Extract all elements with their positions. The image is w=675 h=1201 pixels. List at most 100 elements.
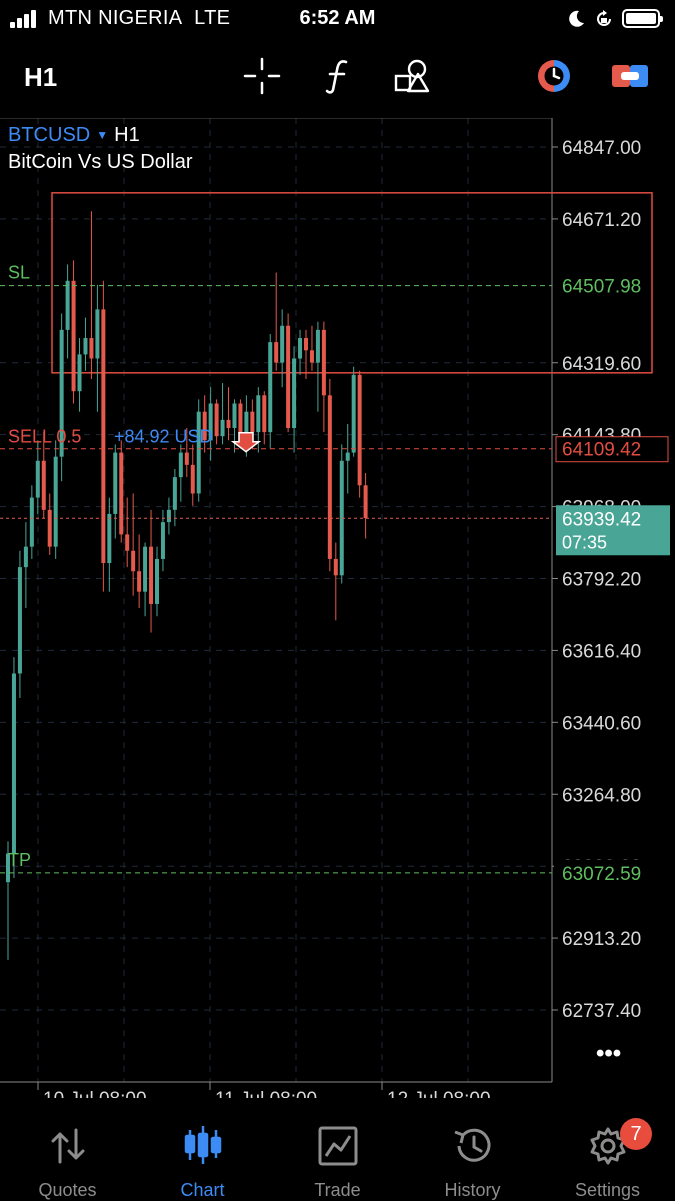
- timeframe-button[interactable]: H1: [24, 62, 57, 93]
- symbol-dropdown-icon[interactable]: ▼: [96, 128, 108, 142]
- candle-body: [143, 546, 148, 592]
- quotes-arrows-icon: [51, 1128, 84, 1164]
- candle-body: [262, 395, 267, 433]
- one-click-trading-icon[interactable]: [534, 56, 574, 96]
- candle-body: [172, 477, 177, 510]
- candle-body: [315, 329, 320, 363]
- candle-body: [166, 509, 171, 523]
- candle-body: [101, 309, 106, 564]
- carrier-name: MTN NIGERIA LTE: [48, 7, 231, 29]
- tab-trade[interactable]: Trade: [270, 1118, 405, 1200]
- candle-body: [11, 673, 16, 854]
- candle-body: [137, 571, 142, 592]
- candle-body: [357, 374, 362, 486]
- history-clock-icon: [453, 1128, 490, 1162]
- candle-body: [65, 280, 70, 330]
- bid-price: 63939.42: [562, 509, 641, 530]
- tab-history[interactable]: History: [405, 1118, 540, 1200]
- candle-body: [286, 325, 291, 429]
- price-chart[interactable]: 64847.0064671.2064319.6064143.8063968.00…: [0, 118, 675, 1098]
- candle-body: [35, 460, 40, 498]
- candle-body: [17, 567, 22, 674]
- candle-body: [53, 456, 58, 547]
- candle-body: [89, 338, 94, 359]
- more-options-icon[interactable]: •••: [596, 1040, 621, 1067]
- candle-body: [125, 534, 130, 551]
- price-tick-label: 64847.00: [562, 138, 641, 159]
- trade-chart-icon: [318, 1126, 357, 1166]
- candle-body: [309, 350, 314, 363]
- candle-body: [41, 460, 46, 510]
- price-tick-label: 64671.20: [562, 210, 641, 231]
- candle-body: [71, 280, 76, 392]
- candle-body: [250, 411, 255, 433]
- candle-body: [95, 309, 100, 359]
- indicators-icon[interactable]: [318, 56, 358, 96]
- tab-chart[interactable]: Chart: [135, 1118, 270, 1200]
- price-tick-label: 63440.60: [562, 713, 641, 734]
- take-profit-price: 63072.59: [562, 864, 641, 885]
- candle-body: [232, 403, 237, 429]
- tab-quotes[interactable]: Quotes: [0, 1118, 135, 1200]
- price-tick-label: 63264.80: [562, 785, 641, 806]
- candle-body: [256, 395, 261, 433]
- moon-icon: [569, 10, 584, 27]
- signal-icon: [10, 10, 42, 28]
- candle-body: [351, 374, 356, 453]
- candle-body: [190, 464, 195, 494]
- candle-body: [113, 452, 118, 514]
- chart-timeframe: H1: [114, 124, 140, 146]
- candle-body: [304, 338, 308, 351]
- status-bar: MTN NIGERIA LTE 6:52 AM: [0, 0, 675, 38]
- trade-toggle-icon[interactable]: [610, 56, 650, 96]
- price-tick-label: 63616.40: [562, 641, 641, 662]
- candle-body: [160, 522, 165, 559]
- price-tick-label: 62737.40: [562, 1001, 641, 1022]
- candle-body: [298, 338, 303, 359]
- time-tick-label: 11 Jul 08:00: [215, 1089, 317, 1098]
- chart-symbol-title[interactable]: BTCUSD ▼ H1: [8, 124, 140, 147]
- chart-toolbar: H1: [0, 48, 675, 104]
- order-type-label: SELL 0.5: [8, 427, 81, 447]
- candle-body: [178, 452, 183, 478]
- symbol-name[interactable]: BTCUSD: [8, 124, 90, 146]
- candle-body: [268, 342, 273, 433]
- candle-body: [23, 546, 28, 568]
- candle-body: [77, 354, 82, 392]
- price-tick-label: 63792.20: [562, 570, 641, 591]
- candle-body: [327, 395, 332, 559]
- crosshair-icon[interactable]: [242, 56, 282, 96]
- objects-icon[interactable]: [392, 56, 432, 96]
- candle-body: [107, 513, 112, 564]
- bottom-tab-bar: Quotes Chart Trade History Settings: [0, 1118, 675, 1200]
- candle-body: [226, 419, 231, 429]
- candle-body: [196, 411, 201, 494]
- candle-body: [220, 419, 225, 437]
- candle-body: [131, 550, 136, 572]
- candlestick-chart[interactable]: 64847.0064671.2064319.6064143.8063968.00…: [0, 118, 675, 1098]
- candle-body: [214, 403, 219, 437]
- stop-loss-price: 64507.98: [562, 277, 641, 298]
- candle-body: [345, 452, 350, 461]
- time-tick-label: 12 Jul 08:00: [387, 1089, 491, 1098]
- candle-body: [83, 338, 88, 355]
- candle-body: [155, 558, 159, 604]
- rotation-lock-icon: [597, 10, 611, 26]
- battery-icon: [622, 9, 663, 28]
- symbol-description: BitCoin Vs US Dollar: [8, 151, 193, 173]
- price-tick-label: 64319.60: [562, 354, 641, 375]
- order-price: 64109.42: [562, 440, 641, 461]
- candle-body: [363, 485, 368, 519]
- order-profit-label: +84.92 USD: [114, 427, 213, 447]
- candle-body: [321, 329, 326, 396]
- bar-countdown: 07:35: [562, 532, 607, 552]
- price-tick-label: 62913.20: [562, 929, 641, 950]
- tab-settings[interactable]: Settings: [540, 1118, 675, 1200]
- settings-notification-badge: 7: [620, 1118, 652, 1150]
- take-profit-label: TP: [8, 850, 31, 870]
- candle-body: [119, 452, 124, 535]
- stop-loss-label: SL: [8, 263, 30, 283]
- time-tick-label: 10 Jul 08:00: [43, 1089, 147, 1098]
- candle-body: [149, 546, 154, 604]
- candle-body: [47, 509, 52, 547]
